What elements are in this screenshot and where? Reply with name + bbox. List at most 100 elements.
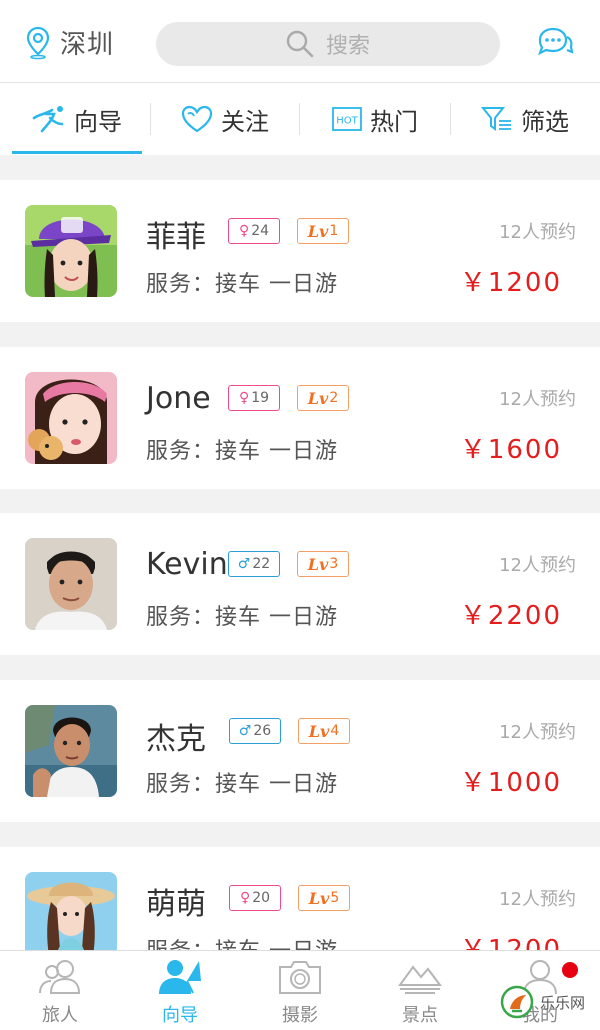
level-prefix: Lv bbox=[308, 721, 330, 741]
tab-hot[interactable]: HOT 热门 bbox=[310, 83, 440, 155]
avatar bbox=[25, 538, 117, 630]
tab-label: 热门 bbox=[370, 107, 418, 136]
avatar bbox=[25, 205, 117, 297]
level-prefix: Lv bbox=[307, 554, 329, 574]
nav-label: 景点 bbox=[402, 1005, 438, 1026]
level-prefix: Lv bbox=[308, 888, 330, 908]
tab-divider bbox=[150, 103, 151, 135]
watermark-logo-icon bbox=[500, 985, 534, 1019]
messages-button[interactable] bbox=[536, 26, 574, 64]
service-text: 服务：接车 一日游 bbox=[146, 605, 338, 630]
guide-name: 萌萌 bbox=[146, 887, 206, 922]
search-placeholder: 搜索 bbox=[325, 34, 370, 59]
guide-card[interactable]: 萌萌 ♀20 Lv5 服务：接车 一日游 12人预约 ￥1200 bbox=[0, 847, 600, 950]
nav-attractions[interactable]: 景点 bbox=[360, 959, 480, 1027]
gender-age-badge: ♀ 19 bbox=[228, 385, 280, 411]
tab-divider bbox=[299, 103, 300, 135]
booking-count: 12人预约 bbox=[499, 889, 576, 910]
guide-name: 杰克 bbox=[146, 722, 206, 757]
guide-card[interactable]: Kevin ♂ 22 Lv 3 服务：接车 一日游 12人预约 ￥2200 bbox=[0, 513, 600, 655]
age-value: 19 bbox=[251, 390, 270, 406]
people-icon bbox=[39, 960, 81, 994]
level-number: 1 bbox=[329, 223, 339, 239]
price: ￥1200 bbox=[459, 268, 562, 298]
watermark-text: 乐乐网 bbox=[540, 993, 586, 1012]
location-selector[interactable]: 深圳 bbox=[26, 24, 114, 61]
location-pin-icon bbox=[26, 26, 50, 59]
level-badge: Lv 1 bbox=[297, 218, 349, 244]
booking-count: 12人预约 bbox=[499, 555, 576, 576]
level-badge: Lv 2 bbox=[297, 385, 349, 411]
city-label: 深圳 bbox=[60, 30, 115, 60]
price: ￥1200 bbox=[459, 935, 562, 950]
tab-filter[interactable]: 筛选 bbox=[460, 83, 590, 155]
nav-label: 旅人 bbox=[42, 1005, 78, 1026]
price: ￥2200 bbox=[459, 601, 562, 631]
gender-age-badge: ♂ 22 bbox=[228, 551, 280, 577]
guide-person-icon bbox=[159, 960, 201, 994]
age-value: 22 bbox=[252, 556, 271, 572]
nav-guide[interactable]: 向导 bbox=[120, 959, 240, 1027]
level-number: 3 bbox=[329, 556, 339, 572]
avatar bbox=[25, 872, 117, 950]
nav-photography[interactable]: 摄影 bbox=[240, 959, 360, 1027]
level-prefix: Lv bbox=[307, 221, 329, 241]
runner-icon bbox=[32, 106, 64, 133]
guide-name: Kevin bbox=[146, 547, 228, 582]
gender-age-badge: ♀ 20 bbox=[229, 885, 281, 911]
avatar bbox=[25, 705, 117, 797]
price: ￥1600 bbox=[459, 435, 562, 465]
filter-icon bbox=[481, 107, 511, 131]
gender-age-badge: ♀ 24 bbox=[228, 218, 280, 244]
tab-label: 筛选 bbox=[521, 107, 569, 136]
guide-card[interactable]: 杰克 ♂ 26 Lv 4 服务：接车 一日游 12人预约 ￥1000 bbox=[0, 680, 600, 822]
gender-symbol: ♀ bbox=[238, 390, 250, 406]
tab-divider bbox=[450, 103, 451, 135]
search-input[interactable]: 搜索 bbox=[156, 22, 500, 66]
gender-symbol: ♀ bbox=[238, 223, 250, 239]
booking-count: 12人预约 bbox=[499, 722, 576, 743]
level-number: 5 bbox=[330, 890, 340, 906]
svg-text:HOT: HOT bbox=[336, 116, 358, 127]
watermark: 乐乐网 bbox=[500, 985, 585, 1019]
price: ￥1000 bbox=[459, 768, 562, 798]
guide-name: Jone bbox=[146, 381, 211, 416]
notification-dot bbox=[562, 962, 578, 978]
service-text: 服务：接车 一日游 bbox=[146, 933, 338, 950]
level-number: 4 bbox=[330, 723, 340, 739]
chat-bubble-icon bbox=[538, 27, 574, 56]
mountain-icon bbox=[398, 965, 442, 994]
service-text: 服务：接车 一日游 bbox=[146, 272, 338, 297]
nav-travelers[interactable]: 旅人 bbox=[0, 959, 120, 1027]
top-bar: 深圳 搜索 bbox=[0, 0, 600, 83]
heart-icon bbox=[181, 105, 213, 133]
tab-guide[interactable]: 向导 bbox=[12, 83, 142, 155]
camera-icon bbox=[279, 961, 321, 994]
booking-count: 12人预约 bbox=[499, 222, 576, 243]
service-text: 服务：接车 一日游 bbox=[146, 772, 338, 797]
guide-card[interactable]: 菲菲 ♀ 24 Lv 1 服务：接车 一日游 12人预约 ￥1200 bbox=[0, 180, 600, 322]
age-value: 20 bbox=[252, 890, 271, 906]
gender-symbol: ♀ bbox=[239, 890, 251, 906]
tab-label: 向导 bbox=[74, 107, 122, 136]
nav-label: 向导 bbox=[162, 1005, 198, 1026]
tab-follow[interactable]: 关注 bbox=[160, 83, 290, 155]
active-tab-indicator bbox=[12, 151, 142, 154]
age-value: 24 bbox=[251, 223, 270, 239]
filter-tabs: 向导 关注 HOT 热门 筛选 bbox=[0, 83, 600, 155]
guide-card[interactable]: Jone ♀ 19 Lv 2 服务：接车 一日游 12人预约 ￥1600 bbox=[0, 347, 600, 489]
nav-label: 摄影 bbox=[282, 1005, 318, 1026]
guide-list[interactable]: 菲菲 ♀24 Lv1 服务：接车 一日游 12人预约 ￥1200 Jone bbox=[0, 180, 600, 950]
level-badge: Lv 3 bbox=[297, 551, 349, 577]
gender-age-badge: ♂ 26 bbox=[229, 718, 281, 744]
search-icon bbox=[286, 30, 314, 58]
age-value: 26 bbox=[253, 723, 272, 739]
avatar bbox=[25, 372, 117, 464]
level-badge: Lv 4 bbox=[298, 718, 350, 744]
gender-symbol: ♂ bbox=[237, 556, 251, 572]
level-number: 2 bbox=[329, 390, 339, 406]
level-prefix: Lv bbox=[307, 388, 329, 408]
level-badge: Lv 5 bbox=[298, 885, 350, 911]
gender-symbol: ♂ bbox=[238, 723, 252, 739]
tab-label: 关注 bbox=[221, 107, 269, 136]
